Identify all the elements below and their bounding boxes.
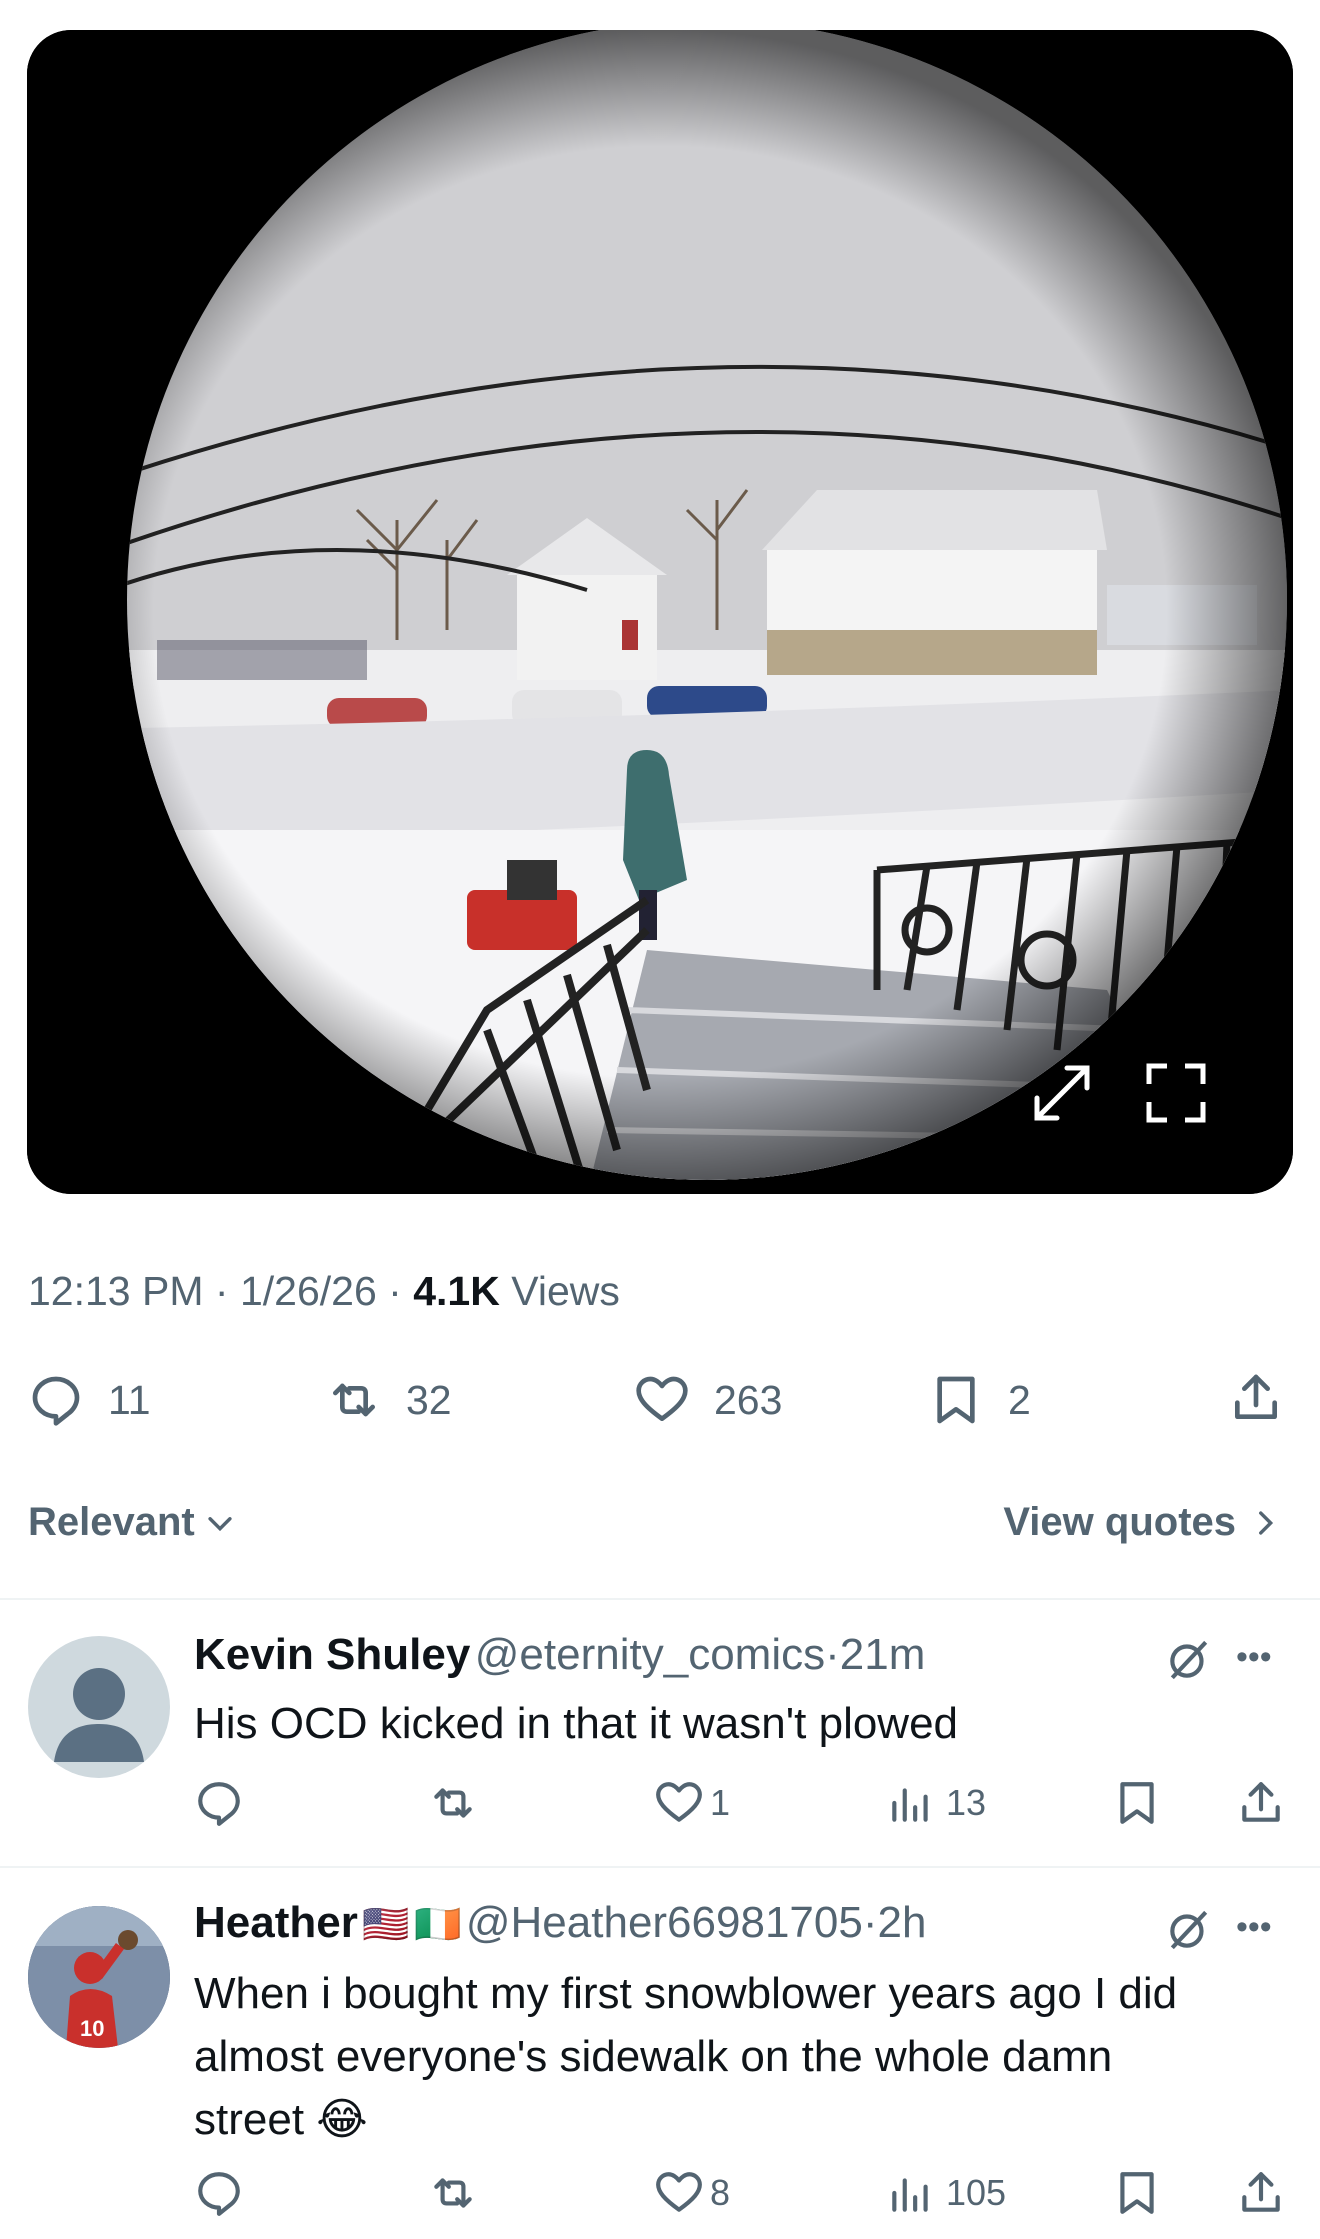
share-button[interactable] — [1236, 1778, 1286, 1828]
chevron-down-icon — [208, 1516, 232, 1531]
laughing-emoji-icon: 😂 — [316, 2095, 368, 2144]
tweet-time[interactable]: 12:13 PM — [28, 1268, 204, 1314]
reply-author-handle[interactable]: @Heather66981705 — [466, 1898, 863, 1947]
bookmark-count: 2 — [1008, 1376, 1031, 1423]
football-player-avatar: 10 — [28, 1906, 170, 2048]
views-count: 4.1K — [413, 1268, 500, 1314]
relevant-label: Relevant — [28, 1500, 195, 1544]
retweet-icon — [434, 2178, 472, 2208]
grok-icon[interactable] — [1164, 1904, 1214, 1959]
views-action[interactable]: 13 — [886, 1778, 986, 1828]
analytics-icon — [892, 1788, 928, 1822]
retweet-count: 32 — [406, 1376, 452, 1423]
svg-text:10: 10 — [80, 2016, 104, 2041]
view-quotes-label: View quotes — [1003, 1500, 1236, 1544]
more-options-icon[interactable]: ••• — [1236, 1638, 1272, 1677]
retweet-icon — [333, 1383, 375, 1417]
views-count: 13 — [946, 1782, 987, 1823]
reply-text-line: almost everyone's sidewalk on the whole … — [194, 2032, 1113, 2081]
reply-action[interactable] — [194, 1778, 244, 1828]
heart-icon — [656, 2172, 702, 2212]
chevron-right-icon — [1259, 1510, 1274, 1535]
retweet-action[interactable]: 32 — [326, 1370, 452, 1430]
reply-count: 11 — [108, 1376, 151, 1423]
divider — [0, 1866, 1320, 1868]
tweet-media[interactable] — [27, 30, 1293, 1194]
views-action[interactable]: 105 — [886, 2168, 1006, 2218]
like-count: 1 — [710, 1782, 731, 1823]
share-button[interactable] — [1236, 2168, 1286, 2218]
divider — [0, 1598, 1320, 1600]
snow-photo — [27, 30, 1293, 1194]
view-quotes-link[interactable]: View quotes — [1003, 1500, 1282, 1545]
expand-arrows-icon[interactable] — [1027, 1058, 1097, 1128]
analytics-icon — [892, 2178, 928, 2212]
reply-icon — [198, 2172, 240, 2216]
meta-separator: · — [214, 1268, 229, 1314]
tweet-meta: 12:13 PM · 1/26/26 · 4.1K Views — [28, 1268, 620, 1315]
reply-icon — [198, 1782, 240, 1826]
reply-action[interactable]: 11 — [28, 1370, 151, 1430]
tweet-date[interactable]: 1/26/26 — [240, 1268, 377, 1314]
reply-author-name[interactable]: Kevin Shuley — [194, 1630, 470, 1679]
meta-separator: · — [825, 1630, 840, 1679]
like-count: 8 — [710, 2172, 731, 2213]
share-icon — [1235, 1374, 1277, 1419]
meta-separator: · — [388, 1268, 402, 1314]
reply-time[interactable]: 2h — [877, 1898, 926, 1947]
more-options-icon[interactable]: ••• — [1236, 1908, 1272, 1947]
share-icon — [1242, 2172, 1280, 2212]
retweet-action[interactable] — [428, 2168, 478, 2218]
bookmark-icon — [1120, 2172, 1154, 2214]
reply-header: Kevin Shuley @eternity_comics·21m — [194, 1630, 925, 1680]
bookmark-action[interactable] — [1112, 1778, 1162, 1828]
like-action[interactable]: 1 — [654, 1778, 730, 1828]
avatar[interactable] — [28, 1636, 170, 1778]
retweet-icon — [434, 1788, 472, 1818]
bookmark-action[interactable]: 2 — [928, 1370, 1031, 1430]
heart-icon — [656, 1782, 702, 1822]
views-count: 105 — [946, 2172, 1007, 2213]
bookmark-action[interactable] — [1112, 2168, 1162, 2218]
avatar[interactable]: 10 — [28, 1906, 170, 2048]
bookmark-icon — [1120, 1782, 1154, 1824]
reply-text-line: street 😂 — [194, 2088, 1274, 2151]
relevant-dropdown[interactable]: Relevant — [28, 1500, 237, 1545]
reply-text: His OCD kicked in that it wasn't plowed — [194, 1699, 959, 1748]
default-avatar-icon — [54, 1668, 144, 1762]
bookmark-icon — [937, 1376, 975, 1424]
reply-icon — [32, 1376, 80, 1426]
like-action[interactable]: 8 — [654, 2168, 730, 2218]
share-button[interactable] — [1228, 1370, 1284, 1431]
heart-icon — [636, 1376, 688, 1421]
like-count: 263 — [714, 1376, 783, 1423]
reply-text-word: street — [194, 2095, 305, 2144]
reply-text: When i bought my first snowblower years … — [194, 1962, 1274, 2151]
us-flag-icon: 🇺🇸 — [362, 1904, 410, 1946]
reply-author-handle[interactable]: @eternity_comics — [475, 1630, 825, 1679]
like-action[interactable]: 263 — [634, 1370, 782, 1430]
grok-icon[interactable] — [1164, 1634, 1214, 1689]
ireland-flag-icon: 🇮🇪 — [414, 1904, 462, 1946]
reply-action[interactable] — [194, 2168, 244, 2218]
reply-text-line: When i bought my first snowblower years … — [194, 1969, 1178, 2018]
share-icon — [1242, 1782, 1280, 1822]
reply-header: Heather 🇺🇸 🇮🇪 @Heather66981705·2h — [194, 1898, 926, 1948]
retweet-action[interactable] — [428, 1778, 478, 1828]
views-label: Views — [511, 1268, 620, 1314]
reply-author-name[interactable]: Heather — [194, 1898, 358, 1947]
meta-separator: · — [862, 1898, 878, 1947]
fullscreen-icon[interactable] — [1141, 1058, 1211, 1128]
reply-time[interactable]: 21m — [840, 1630, 926, 1679]
